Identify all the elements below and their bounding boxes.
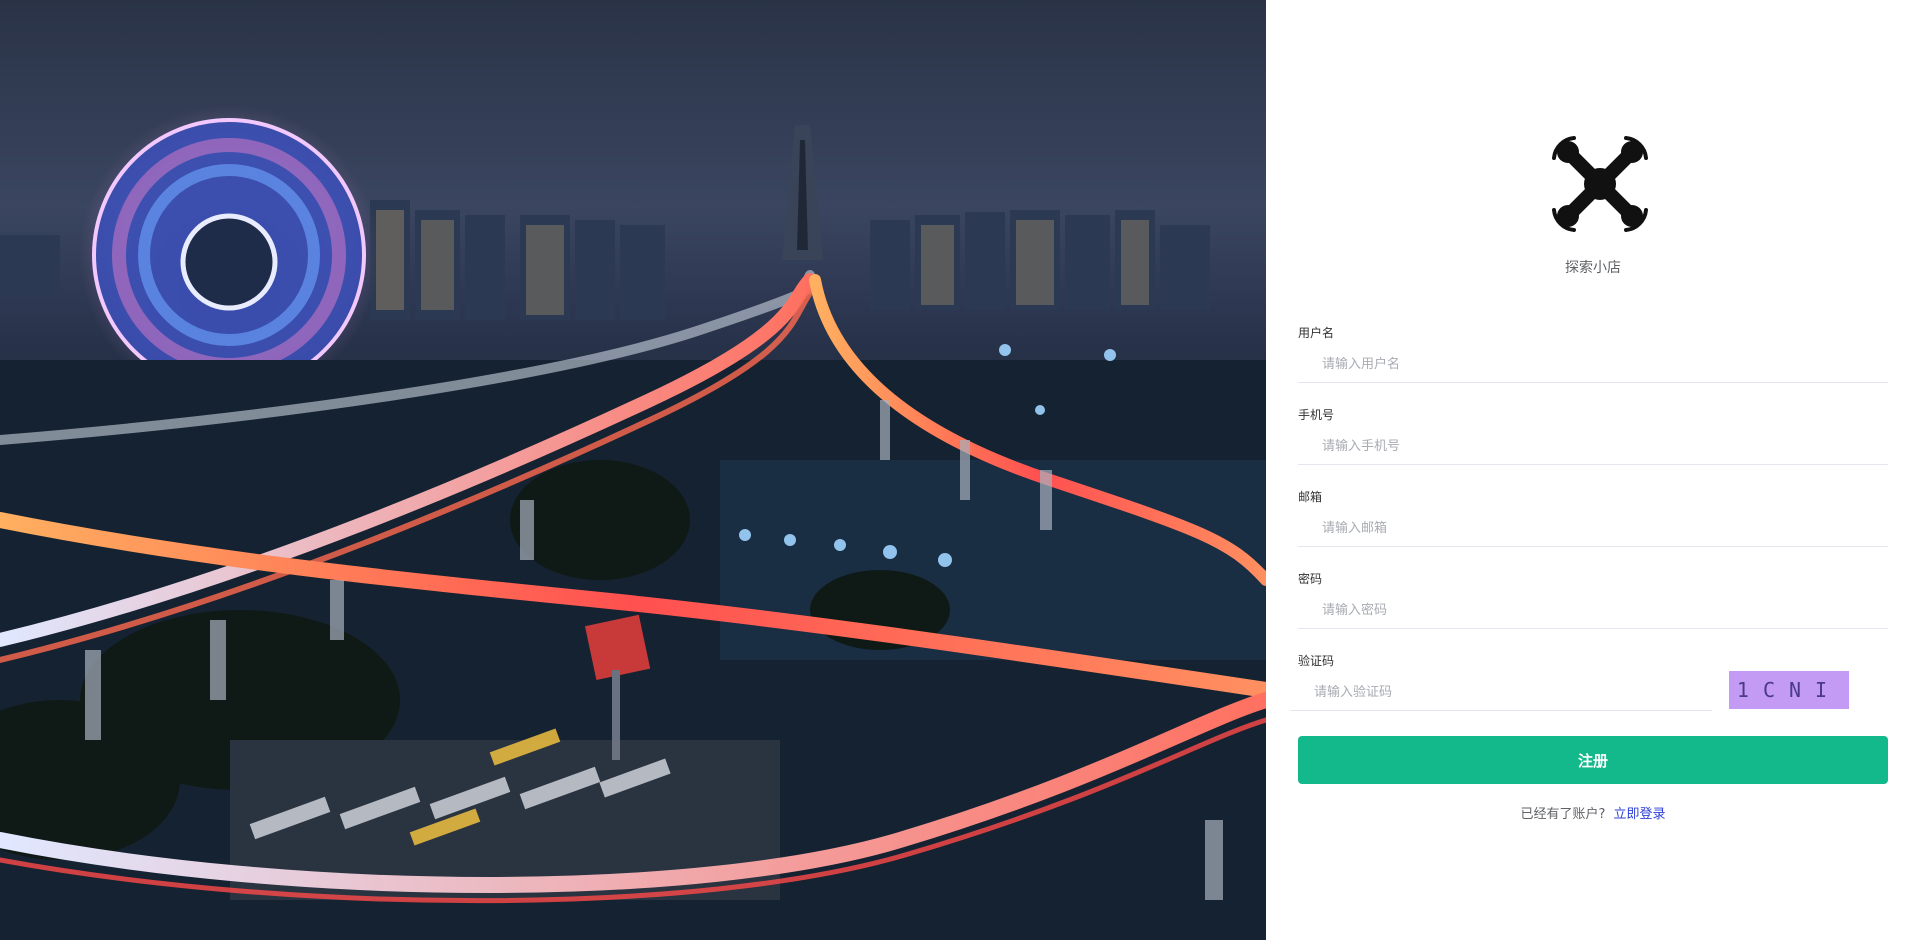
username-input[interactable] bbox=[1298, 347, 1888, 383]
email-field-group: 邮箱 bbox=[1298, 489, 1888, 547]
phone-label: 手机号 bbox=[1298, 408, 1335, 422]
phone-input[interactable] bbox=[1298, 429, 1888, 465]
email-label: 邮箱 bbox=[1298, 490, 1323, 504]
city-night-illustration bbox=[0, 105, 1266, 940]
brand-name: 探索小店 bbox=[1565, 260, 1621, 276]
background-city-photo bbox=[0, 0, 1266, 940]
captcha-label: 验证码 bbox=[1298, 654, 1335, 668]
register-button[interactable]: 注册 bbox=[1298, 736, 1888, 784]
password-label: 密码 bbox=[1298, 572, 1323, 586]
login-link[interactable]: 立即登录 bbox=[1614, 807, 1666, 822]
password-input[interactable] bbox=[1298, 593, 1888, 629]
drone-icon bbox=[1552, 136, 1648, 232]
login-prompt: 已经有了账户? 立即登录 bbox=[1266, 803, 1920, 822]
username-field-group: 用户名 bbox=[1298, 325, 1888, 383]
captcha-input[interactable] bbox=[1290, 675, 1712, 711]
have-account-text: 已经有了账户? bbox=[1520, 807, 1606, 822]
password-field-group: 密码 bbox=[1298, 571, 1888, 629]
register-page: 探索小店 用户名 手机号 邮箱 密码 验证码 1CNI 注册 已经有 bbox=[0, 0, 1920, 940]
username-label: 用户名 bbox=[1298, 326, 1335, 340]
email-input[interactable] bbox=[1298, 511, 1888, 547]
register-panel: 探索小店 用户名 手机号 邮箱 密码 验证码 1CNI 注册 已经有 bbox=[1266, 0, 1920, 940]
captcha-image[interactable]: 1CNI bbox=[1729, 671, 1849, 709]
phone-field-group: 手机号 bbox=[1298, 407, 1888, 465]
